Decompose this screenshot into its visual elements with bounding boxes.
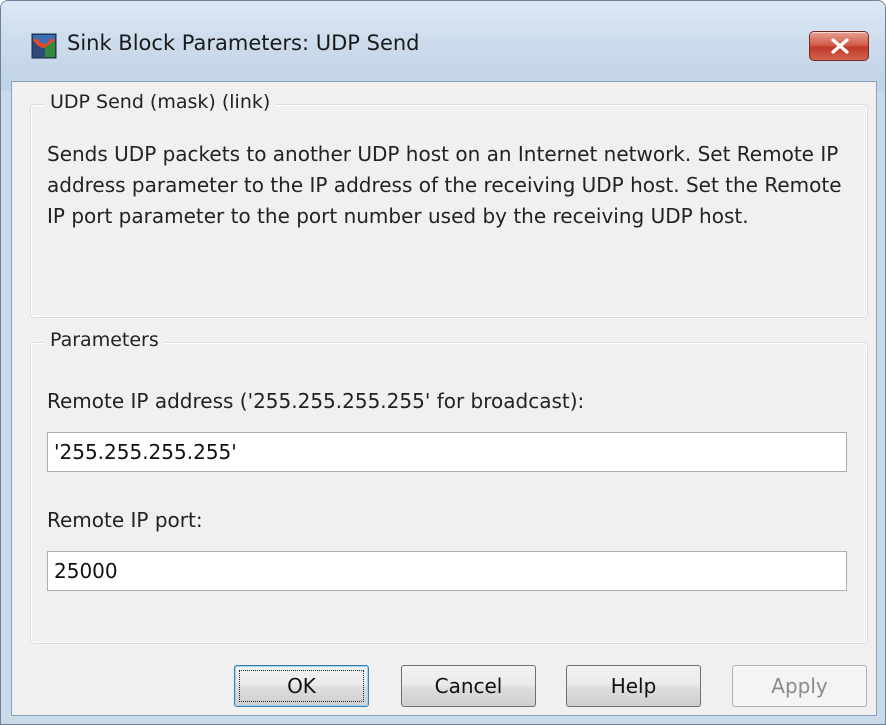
dialog-content: UDP Send (mask) (link) Sends UDP packets… (11, 81, 877, 716)
remote-ip-port-label: Remote IP port: (47, 508, 203, 532)
apply-button[interactable]: Apply (732, 665, 867, 707)
simulink-block-icon (31, 33, 57, 59)
dialog-window: Sink Block Parameters: UDP Send UDP Send… (0, 0, 886, 725)
close-icon (831, 38, 849, 54)
remote-ip-address-input[interactable]: '255.255.255.255' (47, 432, 847, 472)
block-description: Sends UDP packets to another UDP host on… (47, 142, 842, 228)
title-bar[interactable]: Sink Block Parameters: UDP Send (1, 1, 885, 91)
remote-ip-address-label: Remote IP address ('255.255.255.255' for… (47, 389, 585, 413)
close-button[interactable] (809, 31, 869, 61)
cancel-button-label: Cancel (434, 674, 503, 698)
remote-ip-port-input[interactable]: 25000 (47, 551, 847, 591)
description-group: UDP Send (mask) (link) Sends UDP packets… (30, 91, 868, 318)
help-button[interactable]: Help (566, 665, 701, 707)
focus-rectangle (239, 670, 364, 702)
apply-button-label: Apply (771, 674, 828, 698)
help-button-label: Help (610, 674, 657, 698)
window-title: Sink Block Parameters: UDP Send (67, 31, 420, 55)
parameters-group-title: Parameters (45, 329, 164, 351)
description-group-title: UDP Send (mask) (link) (45, 91, 276, 113)
cancel-button[interactable]: Cancel (401, 665, 536, 707)
ok-button[interactable]: OK (234, 665, 369, 707)
parameters-group: Parameters Remote IP address ('255.255.2… (30, 329, 868, 644)
